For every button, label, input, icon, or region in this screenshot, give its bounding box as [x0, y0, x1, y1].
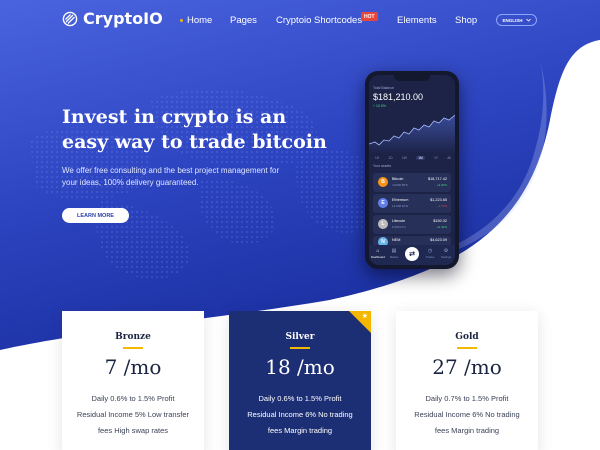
plan-features: Daily 0.6% to 1.5% Profit Residual Incom…: [247, 394, 353, 435]
balance-label: Total Balance: [373, 86, 395, 90]
balance-value: $181,210.00: [373, 92, 424, 102]
balance-change: + 10.5%: [373, 104, 386, 108]
pricing-card-gold[interactable]: Gold 27 /mo Daily 0.7% to 1.5% Profit Re…: [396, 311, 538, 450]
title-underline: [457, 347, 477, 349]
nav-item-home[interactable]: Home: [180, 15, 212, 26]
range-tab[interactable]: 1D: [389, 156, 393, 160]
coin-name: Bitcoin: [392, 177, 404, 181]
title-underline: [123, 347, 143, 349]
plan-price: 27 /mo: [432, 355, 502, 379]
tab-market[interactable]: ▤ Market: [387, 248, 401, 259]
coin-name: NEM: [392, 238, 401, 242]
chart-range-tabs: 1H 1D 1W 1M 1Y All: [375, 156, 451, 160]
hero-headline: Invest in crypto is an easy way to trade…: [62, 106, 327, 153]
hot-badge: HOT: [361, 12, 378, 21]
range-tab-active[interactable]: 1M: [416, 156, 425, 160]
tab-label: Dashboard: [371, 255, 385, 259]
tab-dashboard[interactable]: ⌂ Dashboard: [371, 248, 385, 259]
litecoin-icon: L: [378, 219, 388, 229]
nav-item-label: Home: [187, 15, 213, 26]
crypto-logo-icon: [62, 11, 78, 26]
language-label: ENGLISH: [502, 17, 523, 23]
nav-item-shortcodes[interactable]: Cryptoio Shortcodes: [276, 15, 362, 26]
ethereum-icon: E: [378, 198, 388, 208]
language-selector[interactable]: ENGLISH: [496, 14, 537, 26]
tab-settings[interactable]: ⚙ Settings: [439, 248, 453, 259]
coin-price: $18,717.42: [427, 177, 447, 181]
pricing-card-bronze[interactable]: Bronze 7 /mo Daily 0.6% to 1.5% Profit R…: [62, 311, 204, 450]
active-dot-icon: [180, 18, 183, 22]
phone-notch: [394, 75, 430, 81]
top-navbar: CryptoIO Home Pages Cryptoio Shortcodes …: [0, 0, 600, 40]
range-tab[interactable]: All: [447, 156, 451, 160]
assets-section-label: Your assets: [373, 164, 392, 168]
chevron-down-icon: [525, 18, 531, 22]
coin-row-ethereum[interactable]: E Ethereum 12.900 ETH $1,223.65 -1.71%: [373, 194, 451, 213]
brand-name: CryptoIO: [83, 9, 163, 28]
range-tab[interactable]: 1Y: [434, 156, 438, 160]
chart-icon: ▤: [391, 248, 397, 254]
hero-subtext: We offer free consulting and the best pr…: [62, 166, 280, 187]
swap-icon: ⇄: [409, 251, 415, 258]
coin-price: $4,623.09: [430, 238, 447, 242]
coin-delta: +3.20%: [436, 183, 447, 187]
plan-features: Daily 0.7% to 1.5% Profit Residual Incom…: [414, 394, 520, 435]
coin-name: Litecoin: [392, 219, 406, 223]
plan-name: Silver: [285, 332, 315, 342]
coin-row-bitcoin[interactable]: B Bitcoin 4.0000 BTC $18,717.42 +3.20%: [373, 173, 451, 192]
gear-icon: ⚙: [443, 248, 449, 254]
phone-screen: Total Balance $181,210.00 + 10.5% 1H 1D …: [369, 75, 455, 265]
home-icon: ⌂: [376, 248, 380, 254]
title-underline: [290, 347, 310, 349]
balance-chart: [369, 114, 455, 154]
plan-name: Gold: [455, 332, 479, 342]
range-tab[interactable]: 1H: [375, 156, 379, 160]
coin-delta: +0.42%: [436, 225, 447, 229]
tab-label: Market: [389, 255, 399, 259]
bitcoin-icon: B: [378, 177, 388, 187]
coin-holdings: 6.300 LTC: [392, 225, 406, 229]
nav-item-elements[interactable]: Elements: [397, 15, 437, 26]
phone-tab-bar: ⌂ Dashboard ▤ Market ⇄ ◷ Trades ⚙ Settings: [369, 245, 455, 265]
plan-price: 7 /mo: [104, 355, 162, 379]
tab-label: Settings: [440, 255, 452, 259]
coin-price: $150.32: [433, 219, 447, 223]
phone-mockup: Total Balance $181,210.00 + 10.5% 1H 1D …: [365, 71, 459, 269]
pricing-card-silver[interactable]: ★ Silver 18 /mo Daily 0.6% to 1.5% Profi…: [229, 311, 371, 450]
nav-item-label: Shop: [455, 15, 478, 26]
coin-holdings: 4.0000 BTC: [392, 183, 409, 187]
nav-item-pages[interactable]: Pages: [230, 15, 257, 26]
nav-item-label: Pages: [230, 15, 257, 26]
coin-row-litecoin[interactable]: L Litecoin 6.300 LTC $150.32 +0.42%: [373, 215, 451, 234]
learn-more-button[interactable]: LEARN MORE: [62, 208, 129, 223]
range-tab[interactable]: 1W: [402, 156, 407, 160]
tab-label: Trades: [425, 255, 435, 259]
plan-features: Daily 0.6% to 1.5% Profit Residual Incom…: [76, 394, 190, 435]
coin-name: Ethereum: [392, 198, 409, 202]
plan-name: Bronze: [115, 332, 151, 342]
nav-item-shop[interactable]: Shop: [455, 15, 477, 26]
star-icon: ★: [361, 313, 368, 320]
coin-delta: -1.71%: [437, 204, 447, 208]
tab-trades[interactable]: ◷ Trades: [423, 248, 437, 259]
coin-holdings: 12.900 ETH: [392, 204, 409, 208]
nav-item-label: Elements: [397, 15, 437, 26]
plan-price: 18 /mo: [265, 355, 335, 379]
brand-logo[interactable]: CryptoIO: [62, 9, 163, 28]
trades-icon: ◷: [427, 248, 433, 254]
exchange-fab-button[interactable]: ⇄: [405, 247, 419, 261]
coin-price: $1,223.65: [430, 198, 447, 202]
nav-item-label: Cryptoio Shortcodes: [276, 15, 363, 26]
